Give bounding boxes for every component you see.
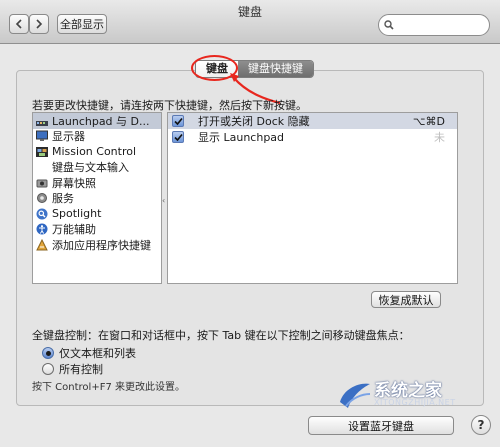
keyboard-icon [36,161,48,173]
setup-bluetooth-keyboard-button[interactable]: 设置蓝牙键盘 [308,416,454,435]
keyboard-hint-text: 按下 Control+F7 来更改此设置。 [32,382,185,393]
category-label: 添加应用程序快捷键 [52,238,151,252]
launchpad-dock-icon [36,115,48,127]
category-item-keyboard-text[interactable]: 键盘与文本输入 [33,160,161,176]
app-shortcut-icon [36,238,48,251]
shortcut-keys[interactable]: ⌥⌘D [413,115,445,128]
split-handle-icon[interactable]: ‹ [162,196,165,205]
shortcut-label: 打开或关闭 Dock 隐藏 [198,115,310,128]
shortcut-list[interactable]: 打开或关闭 Dock 隐藏 ⌥⌘D 显示 Launchpad 未 [167,112,458,284]
display-icon [36,130,48,142]
shortcut-row[interactable]: 显示 Launchpad 未 [168,129,457,145]
search-icon [384,20,394,30]
spotlight-icon [36,208,48,220]
checkmark-icon [173,117,183,125]
watermark: 系统之家 XITONGZHIJIA.NET [338,376,498,416]
chevron-right-icon [36,19,43,29]
category-item-mission-control[interactable]: Mission Control [33,144,161,160]
shortcut-checkbox[interactable] [172,115,184,127]
back-button[interactable] [9,14,29,34]
category-item-services[interactable]: 服务 [33,191,161,207]
forward-button[interactable] [29,14,49,34]
category-item-launchpad-dock[interactable]: Launchpad 与 D... [33,113,161,129]
shortcut-label: 显示 Launchpad [198,131,285,144]
category-item-screenshots[interactable]: 屏幕快照 [33,175,161,191]
shortcut-checkbox[interactable] [172,131,184,143]
radio-label: 所有控制 [59,363,103,376]
help-button[interactable]: ? [471,415,491,435]
category-item-spotlight[interactable]: Spotlight [33,206,161,222]
screenshot-icon [36,177,48,189]
services-gear-icon [36,192,48,204]
window-titlebar: 键盘 全部显示 [0,0,500,44]
shortcut-keys[interactable]: 未 [434,129,445,145]
radio-text-boxes-lists[interactable]: 仅文本框和列表 [42,345,136,361]
chevron-left-icon [15,19,22,29]
category-list[interactable]: Launchpad 与 D... 显示器 Mission Control 键盘与… [32,112,162,284]
accessibility-icon [36,223,48,235]
instruction-text: 若要更改快捷键，请连按两下快捷键，然后按下新按键。 [32,99,307,112]
show-all-button[interactable]: 全部显示 [57,14,107,34]
search-input[interactable] [397,16,485,34]
checkmark-icon [173,133,183,141]
radio-label: 仅文本框和列表 [59,347,136,360]
category-label: Spotlight [52,207,102,221]
category-item-app-shortcuts[interactable]: 添加应用程序快捷键 [33,237,161,253]
category-label: 屏幕快照 [52,176,96,190]
mission-control-icon [36,146,48,158]
full-keyboard-access-label: 全键盘控制：在窗口和对话框中，按下 Tab 键在以下控制之间移动键盘焦点： [32,329,410,342]
category-label: 服务 [52,192,74,206]
category-label: 键盘与文本输入 [52,161,129,175]
radio-button[interactable] [42,363,54,375]
category-item-display[interactable]: 显示器 [33,129,161,145]
watermark-logo-icon [340,383,371,408]
restore-defaults-button[interactable]: 恢复成默认 [371,291,441,308]
watermark-url: XITONGZHIJIA.NET [374,398,456,407]
shortcut-row[interactable]: 打开或关闭 Dock 隐藏 ⌥⌘D [168,113,457,129]
category-label: Launchpad 与 D... [52,114,150,128]
radio-button[interactable] [42,347,54,359]
category-label: 万能辅助 [52,223,96,237]
radio-all-controls[interactable]: 所有控制 [42,361,103,377]
category-label: Mission Control [52,145,137,159]
search-field[interactable] [378,14,490,36]
category-item-accessibility[interactable]: 万能辅助 [33,222,161,238]
category-label: 显示器 [52,130,85,144]
